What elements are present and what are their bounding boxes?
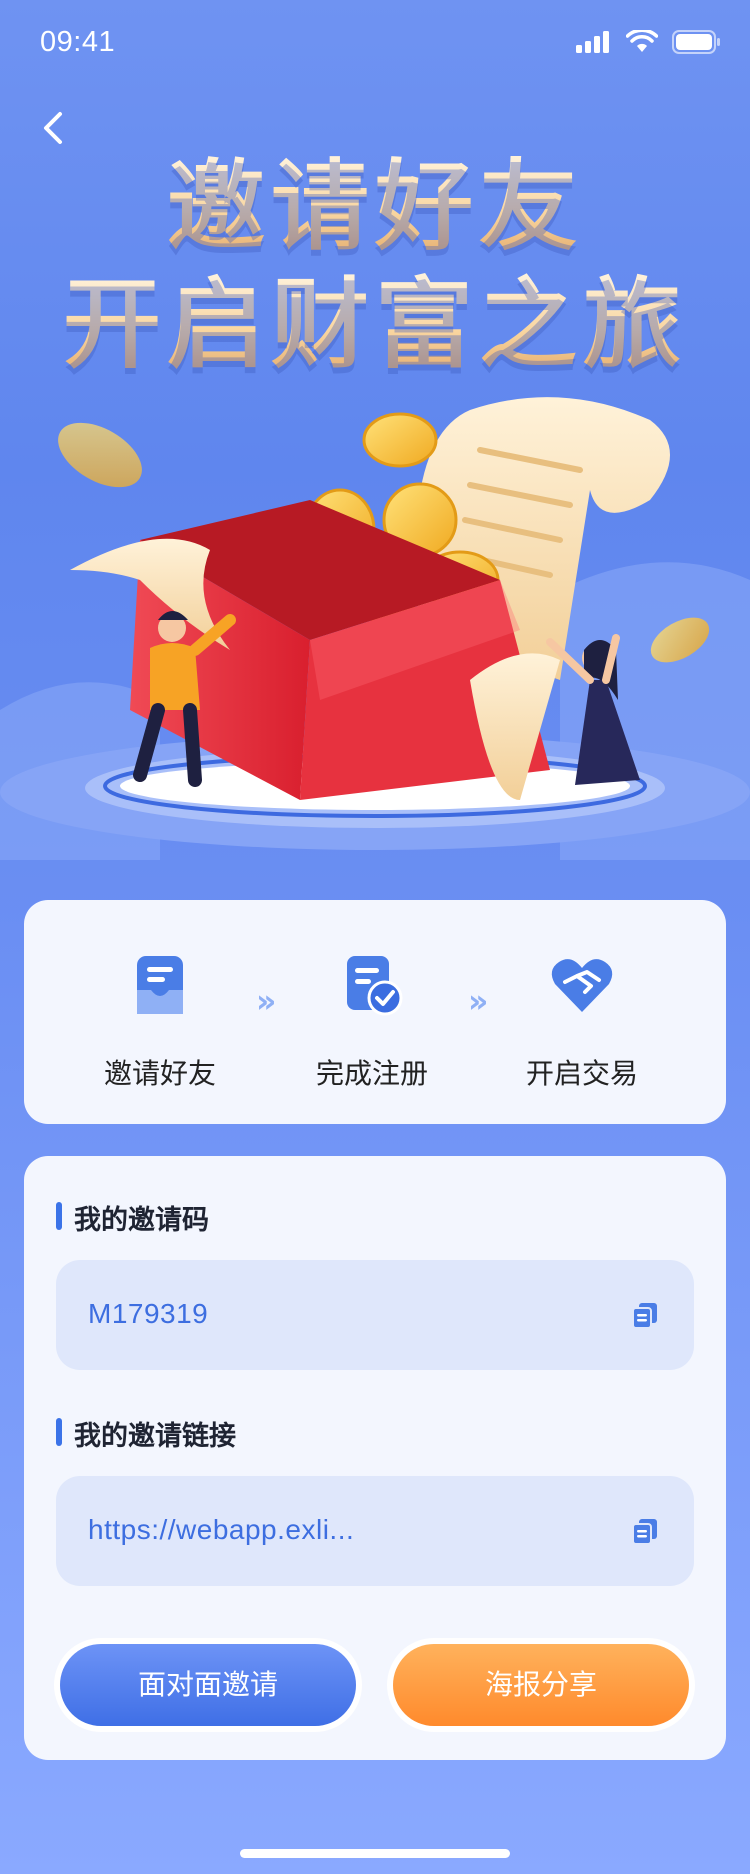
invite-code-field: M179319	[56, 1260, 694, 1370]
step-register: 完成注册	[282, 950, 462, 1092]
invite-link-title: 我的邀请链接	[56, 1414, 236, 1453]
step-label: 开启交易	[525, 1057, 638, 1090]
status-time: 09:41	[40, 26, 116, 58]
steps-card: 邀请好友 ›› 完成注册 ›› 开启交易	[24, 900, 726, 1124]
step-arrow-icon: ››	[468, 982, 489, 1020]
inbox-icon	[137, 956, 183, 1014]
handshake-heart-icon	[551, 959, 613, 1012]
headline: 邀请好友 开启财富之旅	[0, 148, 750, 384]
copy-icon[interactable]	[630, 1300, 660, 1330]
invite-code-title: 我的邀请码	[56, 1198, 209, 1237]
hero-illustration	[0, 397, 750, 860]
wifi-icon	[626, 30, 658, 52]
step-label: 邀请好友	[103, 1057, 216, 1090]
headline-line-2: 开启财富之旅	[0, 266, 750, 384]
invite-code-value: M179319	[88, 1298, 209, 1329]
home-indicator[interactable]	[240, 1849, 510, 1858]
invite-link-field: https://webapp.exli...	[56, 1476, 694, 1586]
invite-page: 09:41 邀请好友 开启财富之旅 邀请好友 ›› 完成注册 ›› 开启交易 我…	[0, 0, 750, 1874]
battery-icon	[672, 30, 720, 54]
poster-share-button[interactable]: 海报分享	[393, 1644, 689, 1726]
status-bar: 09:41	[0, 0, 750, 86]
step-invite: 邀请好友	[70, 950, 250, 1092]
copy-icon[interactable]	[630, 1516, 660, 1546]
step-label: 完成注册	[315, 1057, 428, 1090]
status-icons	[576, 30, 722, 54]
invite-link-value: https://webapp.exli...	[88, 1514, 355, 1545]
signal-icon	[576, 31, 609, 53]
face-to-face-invite-button[interactable]: 面对面邀请	[60, 1644, 356, 1726]
document-check-icon	[347, 956, 403, 1016]
step-arrow-icon: ››	[256, 982, 277, 1020]
step-trade: 开启交易	[492, 950, 672, 1092]
headline-line-1: 邀请好友	[0, 148, 750, 266]
